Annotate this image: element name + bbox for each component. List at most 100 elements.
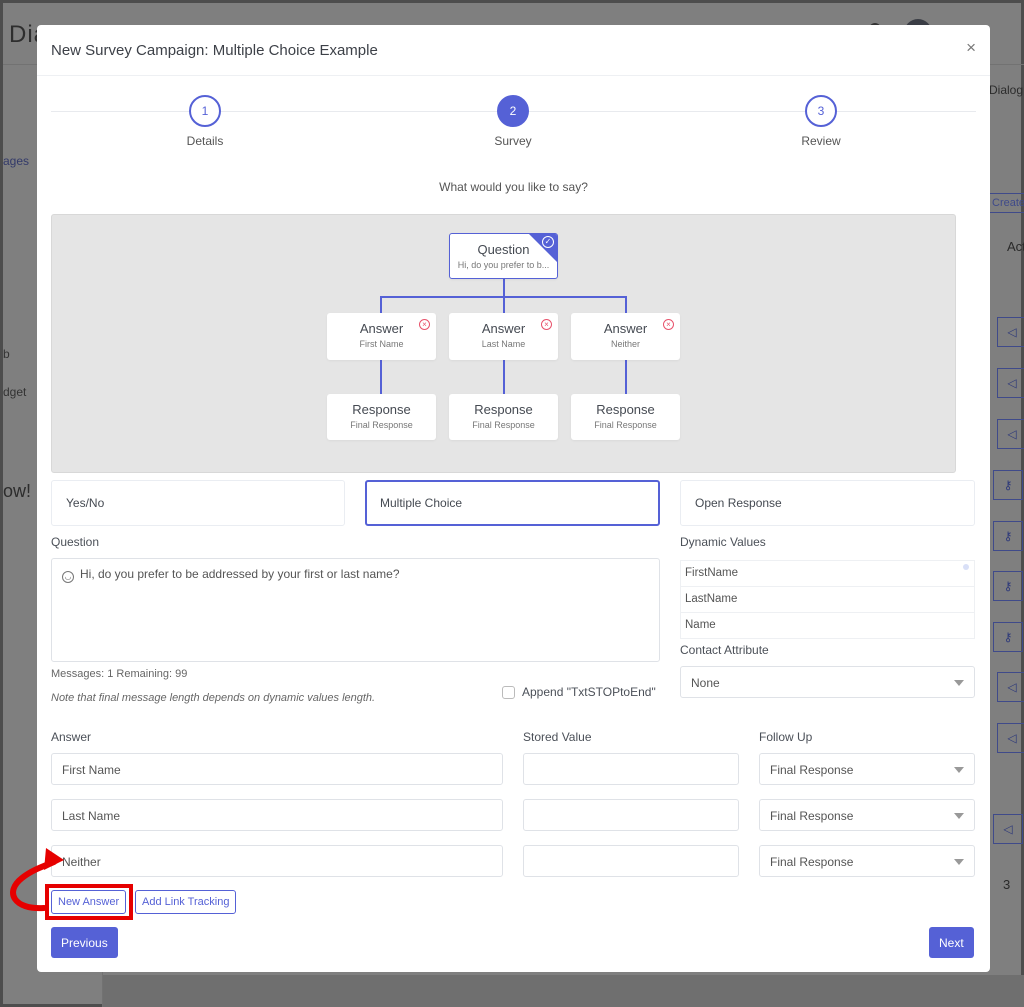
node-title: Response xyxy=(596,402,655,417)
background-sidebar-item: ages xyxy=(3,154,30,168)
background-send-icon: ◁ xyxy=(997,723,1024,753)
next-button[interactable]: Next xyxy=(929,927,974,958)
remove-circle-icon[interactable]: × xyxy=(541,319,552,330)
flow-node-answer[interactable]: × Answer First Name xyxy=(327,313,436,360)
flow-node-answer[interactable]: × Answer Last Name xyxy=(449,313,558,360)
type-card-yes-no[interactable]: Yes/No xyxy=(51,480,345,526)
append-stop-label: Append "TxtSTOPtoEnd" xyxy=(522,685,656,699)
flow-connector xyxy=(503,296,505,313)
background-sidebar-item: dget xyxy=(3,385,27,399)
flow-connector xyxy=(503,279,505,296)
stored-value-input[interactable] xyxy=(523,799,739,831)
stored-value-input[interactable] xyxy=(523,753,739,785)
dynamic-value-item[interactable]: Name xyxy=(681,613,974,639)
step-review[interactable]: 3 Review xyxy=(771,95,871,148)
emoji-icon[interactable]: ◡ xyxy=(62,571,74,583)
previous-button[interactable]: Previous xyxy=(51,927,118,958)
survey-flow-diagram: ✓ Question Hi, do you prefer to b... × A… xyxy=(51,214,956,473)
question-text: Hi, do you prefer to be addressed by you… xyxy=(80,567,400,581)
message-counter: Messages: 1 Remaining: 99 xyxy=(51,668,188,680)
background-page-number: 3 xyxy=(1003,877,1011,892)
background-send-icon: ◁ xyxy=(997,368,1024,398)
follow-up-value: Final Response xyxy=(770,763,854,777)
node-subtitle: First Name xyxy=(359,339,404,349)
chevron-down-icon xyxy=(954,813,964,819)
contact-attribute-label: Contact Attribute xyxy=(680,643,769,657)
node-title: Response xyxy=(352,402,411,417)
chevron-down-icon xyxy=(954,767,964,773)
question-label: Question xyxy=(51,535,100,549)
follow-up-select[interactable]: Final Response xyxy=(759,753,975,785)
dynamic-values-list: FirstName LastName Name xyxy=(680,560,975,639)
close-icon[interactable]: × xyxy=(966,39,976,56)
flow-node-question[interactable]: ✓ Question Hi, do you prefer to b... xyxy=(449,233,558,279)
step-survey[interactable]: 2 Survey xyxy=(463,95,563,148)
scrollbar-thumb[interactable] xyxy=(963,564,969,570)
dynamic-value-item[interactable]: LastName xyxy=(681,587,974,613)
length-note: Note that final message length depends o… xyxy=(51,692,376,704)
flow-connector xyxy=(625,360,627,394)
background-send-icon: ◁ xyxy=(997,419,1024,449)
answer-input[interactable]: Neither xyxy=(51,845,503,877)
answer-input[interactable]: Last Name xyxy=(51,799,503,831)
step-label: Review xyxy=(801,134,841,148)
node-subtitle: Last Name xyxy=(481,339,526,349)
background-sidebar-item: b xyxy=(3,347,10,361)
follow-up-column-header: Follow Up xyxy=(759,730,813,744)
flow-node-answer[interactable]: × Answer Neither xyxy=(571,313,680,360)
add-link-tracking-button[interactable]: Add Link Tracking xyxy=(135,890,237,914)
step-number: 3 xyxy=(805,95,837,127)
node-subtitle: Neither xyxy=(610,339,640,349)
follow-up-select[interactable]: Final Response xyxy=(759,845,975,877)
modal-title: New Survey Campaign: Multiple Choice Exa… xyxy=(51,42,378,59)
step-label: Survey xyxy=(494,134,532,148)
chevron-down-icon xyxy=(954,680,964,686)
node-subtitle: Final Response xyxy=(472,420,535,430)
background-headline: ow! xyxy=(3,481,32,501)
background-footer xyxy=(103,975,1024,1007)
contact-attribute-select[interactable]: None xyxy=(680,666,975,698)
remove-circle-icon[interactable]: × xyxy=(663,319,674,330)
flow-node-response[interactable]: Response Final Response xyxy=(449,394,558,440)
background-key-icon: ⚷ xyxy=(993,622,1023,652)
answer-input[interactable]: First Name xyxy=(51,753,503,785)
node-subtitle: Final Response xyxy=(350,420,413,430)
dynamic-values-label: Dynamic Values xyxy=(680,535,766,549)
answer-column-header: Answer xyxy=(51,730,92,744)
step-number: 1 xyxy=(189,95,221,127)
append-stop-option[interactable]: Append "TxtSTOPtoEnd" xyxy=(502,685,656,699)
node-title: Response xyxy=(474,402,533,417)
background-send-icon: ◁ xyxy=(993,814,1023,844)
step-label: Details xyxy=(186,134,224,148)
modal-header: New Survey Campaign: Multiple Choice Exa… xyxy=(37,25,990,76)
append-stop-checkbox[interactable] xyxy=(502,685,515,699)
stored-value-input[interactable] xyxy=(523,845,739,877)
type-card-open-response[interactable]: Open Response xyxy=(680,480,975,526)
background-column-header: Act xyxy=(1007,239,1024,254)
survey-campaign-modal: New Survey Campaign: Multiple Choice Exa… xyxy=(37,25,990,972)
background-send-icon: ◁ xyxy=(997,317,1024,347)
flow-node-response[interactable]: Response Final Response xyxy=(327,394,436,440)
remove-circle-icon[interactable]: × xyxy=(419,319,430,330)
prompt-heading: What would you like to say? xyxy=(439,180,588,194)
contact-attribute-value: None xyxy=(691,676,720,690)
question-textarea[interactable]: ◡ Hi, do you prefer to be addressed by yo… xyxy=(51,558,660,662)
flow-connector xyxy=(380,360,382,394)
stored-value-column-header: Stored Value xyxy=(523,730,592,744)
step-details[interactable]: 1 Details xyxy=(155,95,255,148)
flow-connector xyxy=(625,296,627,313)
follow-up-value: Final Response xyxy=(770,855,854,869)
stepper: 1 Details 2 Survey 3 Review xyxy=(51,95,976,155)
node-subtitle: Final Response xyxy=(594,420,657,430)
flow-node-response[interactable]: Response Final Response xyxy=(571,394,680,440)
follow-up-select[interactable]: Final Response xyxy=(759,799,975,831)
background-key-icon: ⚷ xyxy=(993,470,1023,500)
flow-connector xyxy=(380,296,382,313)
type-card-multiple-choice[interactable]: Multiple Choice xyxy=(365,480,660,526)
background-key-icon: ⚷ xyxy=(993,571,1023,601)
flow-connector xyxy=(503,360,505,394)
background-breadcrumb: Dialog xyxy=(989,83,1024,97)
dynamic-value-item[interactable]: FirstName xyxy=(681,561,974,587)
step-number: 2 xyxy=(497,95,529,127)
annotation-curved-arrow-icon xyxy=(10,848,64,912)
